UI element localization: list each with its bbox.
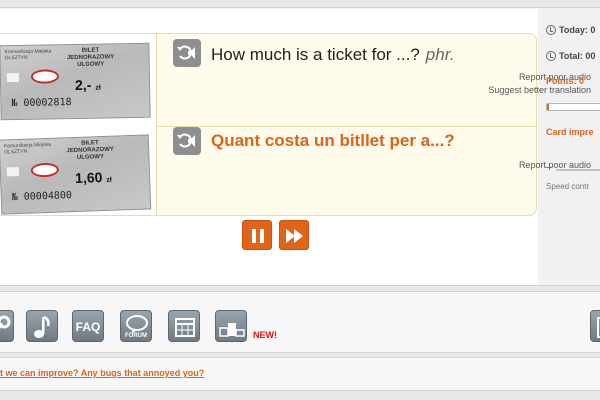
speed-control-label: Speed contr [546,182,590,191]
ticket-price: 2,- zł [74,76,101,93]
notes-button[interactable] [590,310,600,342]
clock-icon [546,25,556,35]
ranking-button[interactable] [215,310,247,342]
stat-points: Points: 0 [546,76,585,86]
new-badge: NEW! [253,330,277,340]
speaker-replay-icon [177,45,195,60]
stats-panel: Today: 0 Total: 00 Points: 0 Card impre … [540,0,600,285]
progress-fill [547,104,549,110]
settings-button[interactable] [0,310,14,342]
top-strip [0,0,600,8]
ticket-hole [6,166,20,177]
ticket-image-bottom: Komunikacja Miejska OLSZTYN BILET JEDNOR… [0,134,152,215]
pause-button[interactable] [242,220,272,250]
fast-forward-icon [286,229,303,243]
target-phrase: Quant costa un bitllet per a...? [211,131,455,150]
ticket-number: № 00002818 [11,97,72,110]
ticket-hole [6,72,19,83]
separator [0,285,600,292]
faq-button[interactable]: FAQ [72,310,104,342]
stat-total: Total: 00 [546,51,595,61]
ticket-type: BILET JEDNORAZOWY ULGOWY [66,47,115,68]
progress-bar [546,103,600,111]
pause-icon [252,229,264,243]
ticket-header: Komunikacja Miejska OLSZTYN [4,48,52,62]
ticket-price: 1,60 zł [74,169,112,186]
card-improvement-label: Card impre [546,127,594,137]
forum-button[interactable]: FORUM [120,310,152,342]
speaker-replay-icon [177,133,195,148]
music-note-icon [34,315,50,338]
card-divider [157,126,536,127]
ticket-number: № 00004800 [11,190,73,204]
clock-icon [546,51,556,61]
ticket-stamp-oval [30,69,60,84]
source-phrase: How much is a ticket for ...? phr. [211,45,455,64]
ticket-type: BILET JEDNORAZOWY ULGOWY [66,140,114,161]
calendar-button[interactable] [168,310,200,342]
ticket-header: Komunikacja Miejska OLSZTYN [3,141,52,156]
speed-slider[interactable] [556,169,600,171]
podium-icon [219,323,245,337]
fast-forward-button[interactable] [279,220,309,250]
feedback-link[interactable]: t we can improve? Any bugs that annoyed … [0,368,204,378]
calendar-icon [175,318,195,337]
notepad-icon [597,317,600,338]
ticket-image-top: Komunikacja Miejska OLSZTYN BILET JEDNOR… [0,42,151,121]
forum-label: FORUM [125,333,147,339]
tools-toolbar: FAQ FORUM NEW! [0,292,600,352]
play-audio-source-button[interactable] [173,39,201,67]
part-of-speech: phr. [425,45,455,64]
bottom-strip [0,390,600,400]
feedback-bar: t we can improve? Any bugs that annoyed … [0,358,600,390]
stat-today: Today: 0 [546,25,595,35]
ticket-stamp-oval [30,162,60,178]
card-image: Komunikacja Miejska OLSZTYN BILET JEDNOR… [0,34,157,215]
faq-label: FAQ [75,320,101,334]
speed-minus[interactable]: – [546,162,552,173]
play-audio-target-button[interactable] [173,127,201,155]
wrench-icon [0,315,11,329]
music-button[interactable] [26,310,58,342]
